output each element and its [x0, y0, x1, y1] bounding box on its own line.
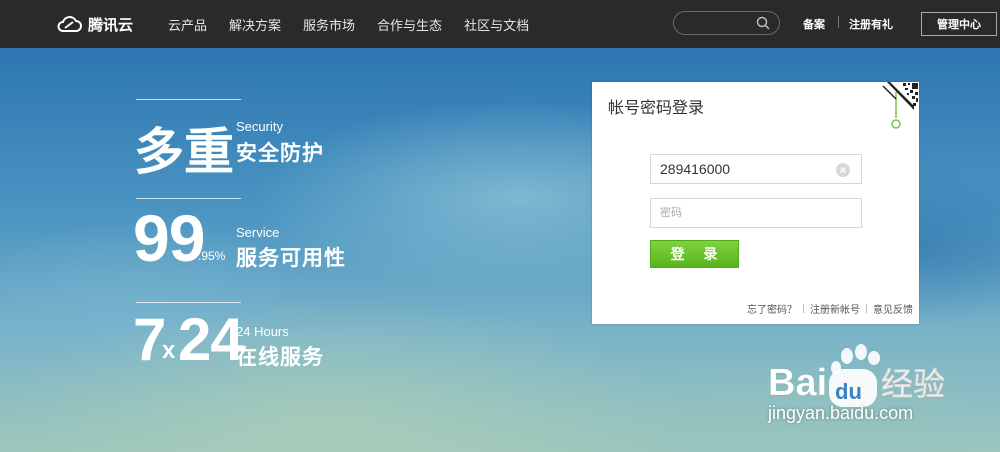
feature-availability-fraction: .95% — [198, 249, 226, 263]
feature-availability-cn: 服务可用性 — [236, 246, 346, 270]
divider — [803, 304, 804, 313]
register-gift-link[interactable]: 注册有礼 — [849, 16, 893, 32]
feature-security-cn: 安全防护 — [236, 141, 324, 165]
login-panel: 帐号密码登录 289416000 密码 登 录 忘了密码？ 注册新帐号 意见反馈 — [592, 82, 919, 324]
main-nav: 云产品 解决方案 服务市场 合作与生态 社区与文档 — [168, 15, 529, 34]
password-input[interactable]: 密码 — [650, 198, 862, 228]
watermark-url: jingyan.baidu.com — [768, 403, 914, 423]
feature-availability-big: 99 — [133, 201, 205, 275]
cloud-logo-icon — [57, 16, 82, 32]
watermark-brand: Bai — [768, 362, 827, 404]
divider — [838, 16, 839, 28]
feature-availability-en: Service — [236, 225, 280, 240]
logo-text: 腾讯云 — [88, 15, 134, 34]
feature-hours-big-x: x — [162, 337, 175, 364]
console-button[interactable]: 管理中心 — [921, 12, 997, 36]
register-account-link[interactable]: 注册新帐号 — [810, 301, 860, 316]
feedback-link[interactable]: 意见反馈 — [873, 301, 913, 316]
nav-item-marketplace[interactable]: 服务市场 — [303, 15, 355, 34]
clear-icon[interactable] — [836, 163, 850, 177]
nav-item-partners[interactable]: 合作与生态 — [377, 15, 442, 34]
divider — [866, 304, 867, 313]
account-input[interactable]: 289416000 — [650, 154, 862, 184]
feature-security-big: 多重 — [134, 123, 234, 181]
nav-item-solutions[interactable]: 解决方案 — [229, 15, 281, 34]
top-navigation-bar: 腾讯云 云产品 解决方案 服务市场 合作与生态 社区与文档 备案 注册有礼 管理… — [0, 0, 1000, 48]
feature-hours-cn: 在线服务 — [236, 345, 324, 369]
forgot-password-link[interactable]: 忘了密码？ — [747, 301, 797, 316]
qr-code-toggle-icon[interactable] — [879, 82, 919, 142]
feature-security-en: Security — [236, 119, 283, 134]
watermark-brand-cn: 经验 — [881, 365, 945, 403]
baidu-jingyan-watermark: Bai du 经验 — [768, 344, 945, 407]
account-value: 289416000 — [660, 161, 731, 177]
logo[interactable]: 腾讯云 — [56, 13, 133, 35]
feature-hours-big-a: 7 — [133, 306, 166, 373]
login-footer-links: 忘了密码？ 注册新帐号 意见反馈 — [747, 301, 913, 316]
nav-item-products[interactable]: 云产品 — [168, 15, 207, 34]
feature-hours-en: 24 Hours — [236, 324, 289, 339]
login-button[interactable]: 登 录 — [650, 240, 739, 268]
login-title: 帐号密码登录 — [608, 98, 705, 117]
search-input[interactable] — [673, 11, 780, 35]
record-link[interactable]: 备案 — [803, 16, 825, 32]
search-icon[interactable] — [756, 16, 770, 30]
divider — [136, 198, 241, 199]
nav-item-community[interactable]: 社区与文档 — [464, 15, 529, 34]
divider — [136, 99, 241, 100]
feature-hours-big-b: 24 — [178, 306, 244, 373]
watermark-paw-text: du — [835, 379, 862, 404]
divider — [136, 302, 241, 303]
